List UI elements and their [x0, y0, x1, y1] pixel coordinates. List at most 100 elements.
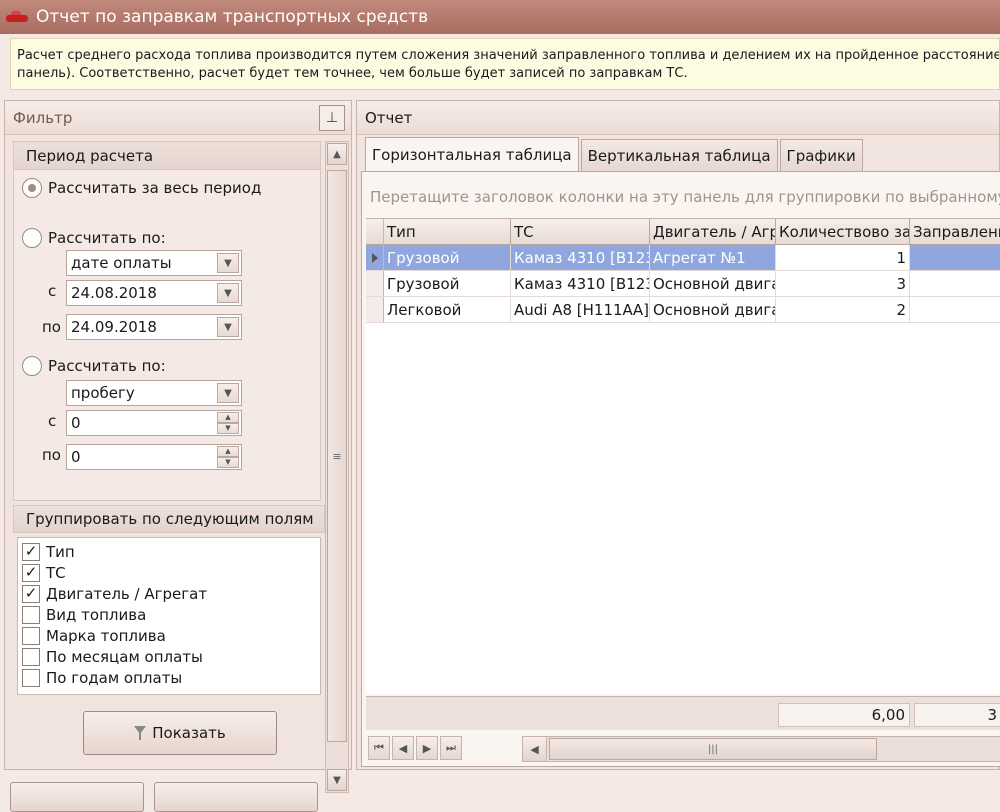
mileage-to-label: по [42, 446, 61, 464]
check-label: Тип [46, 542, 75, 561]
column-header-count[interactable]: Количествово за [776, 219, 910, 244]
chevron-down-icon[interactable]: ▼ [217, 253, 239, 273]
mileage-from-label: с [48, 412, 57, 430]
tab-vertical-table[interactable]: Вертикальная таблица [580, 139, 778, 171]
column-header-engine[interactable]: Двигатель / Агр [650, 219, 776, 244]
chevron-down-icon[interactable]: ▼ [217, 383, 239, 403]
check-item-fuel-brand[interactable]: Марка топлива [18, 625, 320, 646]
cell-fuel[interactable] [910, 271, 1000, 296]
grouping-checklist: ✓ Тип ✓ ТС ✓ Двигатель / Агрегат Вид топ… [17, 537, 321, 695]
last-record-icon[interactable]: ⏭ [440, 736, 462, 760]
mileage-type-select[interactable]: пробегу ▼ [66, 380, 242, 406]
horizontal-scrollbar[interactable]: ◀ ||| [522, 736, 1000, 762]
chevron-down-icon[interactable]: ▼ [217, 317, 239, 337]
column-header-vehicle[interactable]: ТС [511, 219, 650, 244]
grid-navigator: ⏮ ◀ ▶ ⏭ ◀ ||| [366, 734, 1000, 764]
checkbox-type[interactable]: ✓ [22, 542, 40, 561]
check-item-vehicle[interactable]: ✓ ТС [18, 562, 320, 583]
radio-by-date[interactable]: Рассчитать по: [22, 228, 166, 248]
column-header-fuel[interactable]: Заправленн [910, 219, 1000, 244]
cell-fuel[interactable] [910, 245, 1000, 270]
chevron-down-icon[interactable]: ▼ [217, 283, 239, 303]
check-label: По месяцам оплаты [46, 647, 203, 666]
first-record-icon[interactable]: ⏮ [368, 736, 390, 760]
cell-count[interactable]: 2 [776, 297, 910, 322]
row-indicator-header [366, 219, 384, 244]
cell-count[interactable]: 1 [776, 245, 910, 270]
info-banner: Расчет среднего расхода топлива производ… [10, 38, 1000, 90]
next-record-icon[interactable]: ▶ [416, 736, 438, 760]
scroll-left-icon[interactable]: ◀ [523, 737, 547, 761]
date-from-field[interactable]: 24.08.2018 ▼ [66, 280, 242, 306]
spin-down-icon[interactable]: ▼ [217, 457, 239, 468]
checkbox-fuel-kind[interactable] [22, 605, 40, 624]
radio-by-date-circle[interactable] [22, 228, 42, 248]
radio-all-period-circle[interactable] [22, 178, 42, 198]
pin-icon: ⊥ [325, 110, 339, 126]
mileage-to-field[interactable]: 0 ▲ ▼ [66, 444, 242, 470]
check-item-fuel-kind[interactable]: Вид топлива [18, 604, 320, 625]
table-row[interactable]: Грузовой Камаз 4310 [В123 Основной двига… [366, 271, 1000, 297]
cell-engine[interactable]: Основной двига [650, 271, 776, 296]
cell-type[interactable]: Грузовой [384, 271, 511, 296]
check-item-years[interactable]: По годам оплаты [18, 667, 320, 688]
checkbox-engine[interactable]: ✓ [22, 584, 40, 603]
prev-record-icon[interactable]: ◀ [392, 736, 414, 760]
checkmark-icon: ✓ [24, 542, 38, 560]
cell-engine[interactable]: Основной двига [650, 297, 776, 322]
grouping-group: Группировать по следующим полям ✓ Тип ✓ … [13, 505, 325, 695]
spin-buttons[interactable]: ▲ ▼ [217, 446, 239, 468]
scroll-down-icon[interactable]: ▼ [327, 769, 347, 791]
spin-buttons[interactable]: ▲ ▼ [217, 412, 239, 434]
filter-title: Фильтр [13, 108, 73, 127]
checkmark-icon: ✓ [24, 563, 38, 581]
row-indicator [366, 271, 384, 296]
report-grid: Тип ТС Двигатель / Агр Количествово за З… [366, 218, 1000, 694]
filter-header: Фильтр ⊥ [5, 101, 351, 135]
table-row[interactable]: Грузовой Камаз 4310 [В123 Агрегат №1 1 [366, 245, 1000, 271]
cell-engine[interactable]: Агрегат №1 [650, 245, 776, 270]
column-header-type[interactable]: Тип [384, 219, 511, 244]
spin-up-icon[interactable]: ▲ [217, 446, 239, 457]
checkbox-years[interactable] [22, 668, 40, 687]
radio-all-period[interactable]: Рассчитать за весь период [22, 178, 261, 198]
cell-fuel[interactable] [910, 297, 1000, 322]
table-row[interactable]: Легковой Audi A8 [Н111АА] Основной двига… [366, 297, 1000, 323]
radio-by-mileage[interactable]: Рассчитать по: [22, 356, 166, 376]
filter-scrollbar[interactable]: ▲ ≡ ▼ [325, 141, 349, 793]
filter-panel: Фильтр ⊥ Период расчета Рассчитать за ве… [4, 100, 352, 793]
bottom-button-2[interactable] [154, 782, 318, 812]
period-group: Период расчета Рассчитать за весь период… [13, 141, 321, 501]
cell-vehicle[interactable]: Audi A8 [Н111АА] [511, 297, 650, 322]
group-by-panel-hint[interactable]: Перетащите заголовок колонки на эту пане… [370, 188, 1000, 206]
hscroll-thumb[interactable]: ||| [549, 738, 877, 760]
cell-type[interactable]: Легковой [384, 297, 511, 322]
grid-footer: 6,00 3 [366, 696, 1000, 730]
scroll-up-icon[interactable]: ▲ [327, 143, 347, 165]
check-item-months[interactable]: По месяцам оплаты [18, 646, 320, 667]
scroll-thumb[interactable]: ≡ [327, 170, 347, 742]
cell-vehicle[interactable]: Камаз 4310 [В123 [511, 271, 650, 296]
tab-charts[interactable]: Графики [779, 139, 863, 171]
tab-horizontal-table[interactable]: Горизонтальная таблица [365, 137, 579, 171]
report-title: Отчет [365, 108, 413, 127]
info-line-2: панель). Соответственно, расчет будет те… [17, 66, 688, 81]
mileage-from-field[interactable]: 0 ▲ ▼ [66, 410, 242, 436]
spin-up-icon[interactable]: ▲ [217, 412, 239, 423]
check-item-type[interactable]: ✓ Тип [18, 541, 320, 562]
check-item-engine[interactable]: ✓ Двигатель / Агрегат [18, 583, 320, 604]
checkbox-vehicle[interactable]: ✓ [22, 563, 40, 582]
cell-type[interactable]: Грузовой [384, 245, 511, 270]
checkbox-fuel-brand[interactable] [22, 626, 40, 645]
checkbox-months[interactable] [22, 647, 40, 666]
date-to-field[interactable]: 24.09.2018 ▼ [66, 314, 242, 340]
cell-count[interactable]: 3 [776, 271, 910, 296]
pin-button[interactable]: ⊥ [319, 105, 345, 131]
show-button[interactable]: Показать [83, 711, 277, 755]
cell-vehicle[interactable]: Камаз 4310 [В123 [511, 245, 650, 270]
grid-header: Тип ТС Двигатель / Агр Количествово за З… [366, 219, 1000, 245]
radio-by-mileage-circle[interactable] [22, 356, 42, 376]
spin-down-icon[interactable]: ▼ [217, 423, 239, 434]
bottom-button-1[interactable] [10, 782, 144, 812]
date-type-select[interactable]: дате оплаты ▼ [66, 250, 242, 276]
